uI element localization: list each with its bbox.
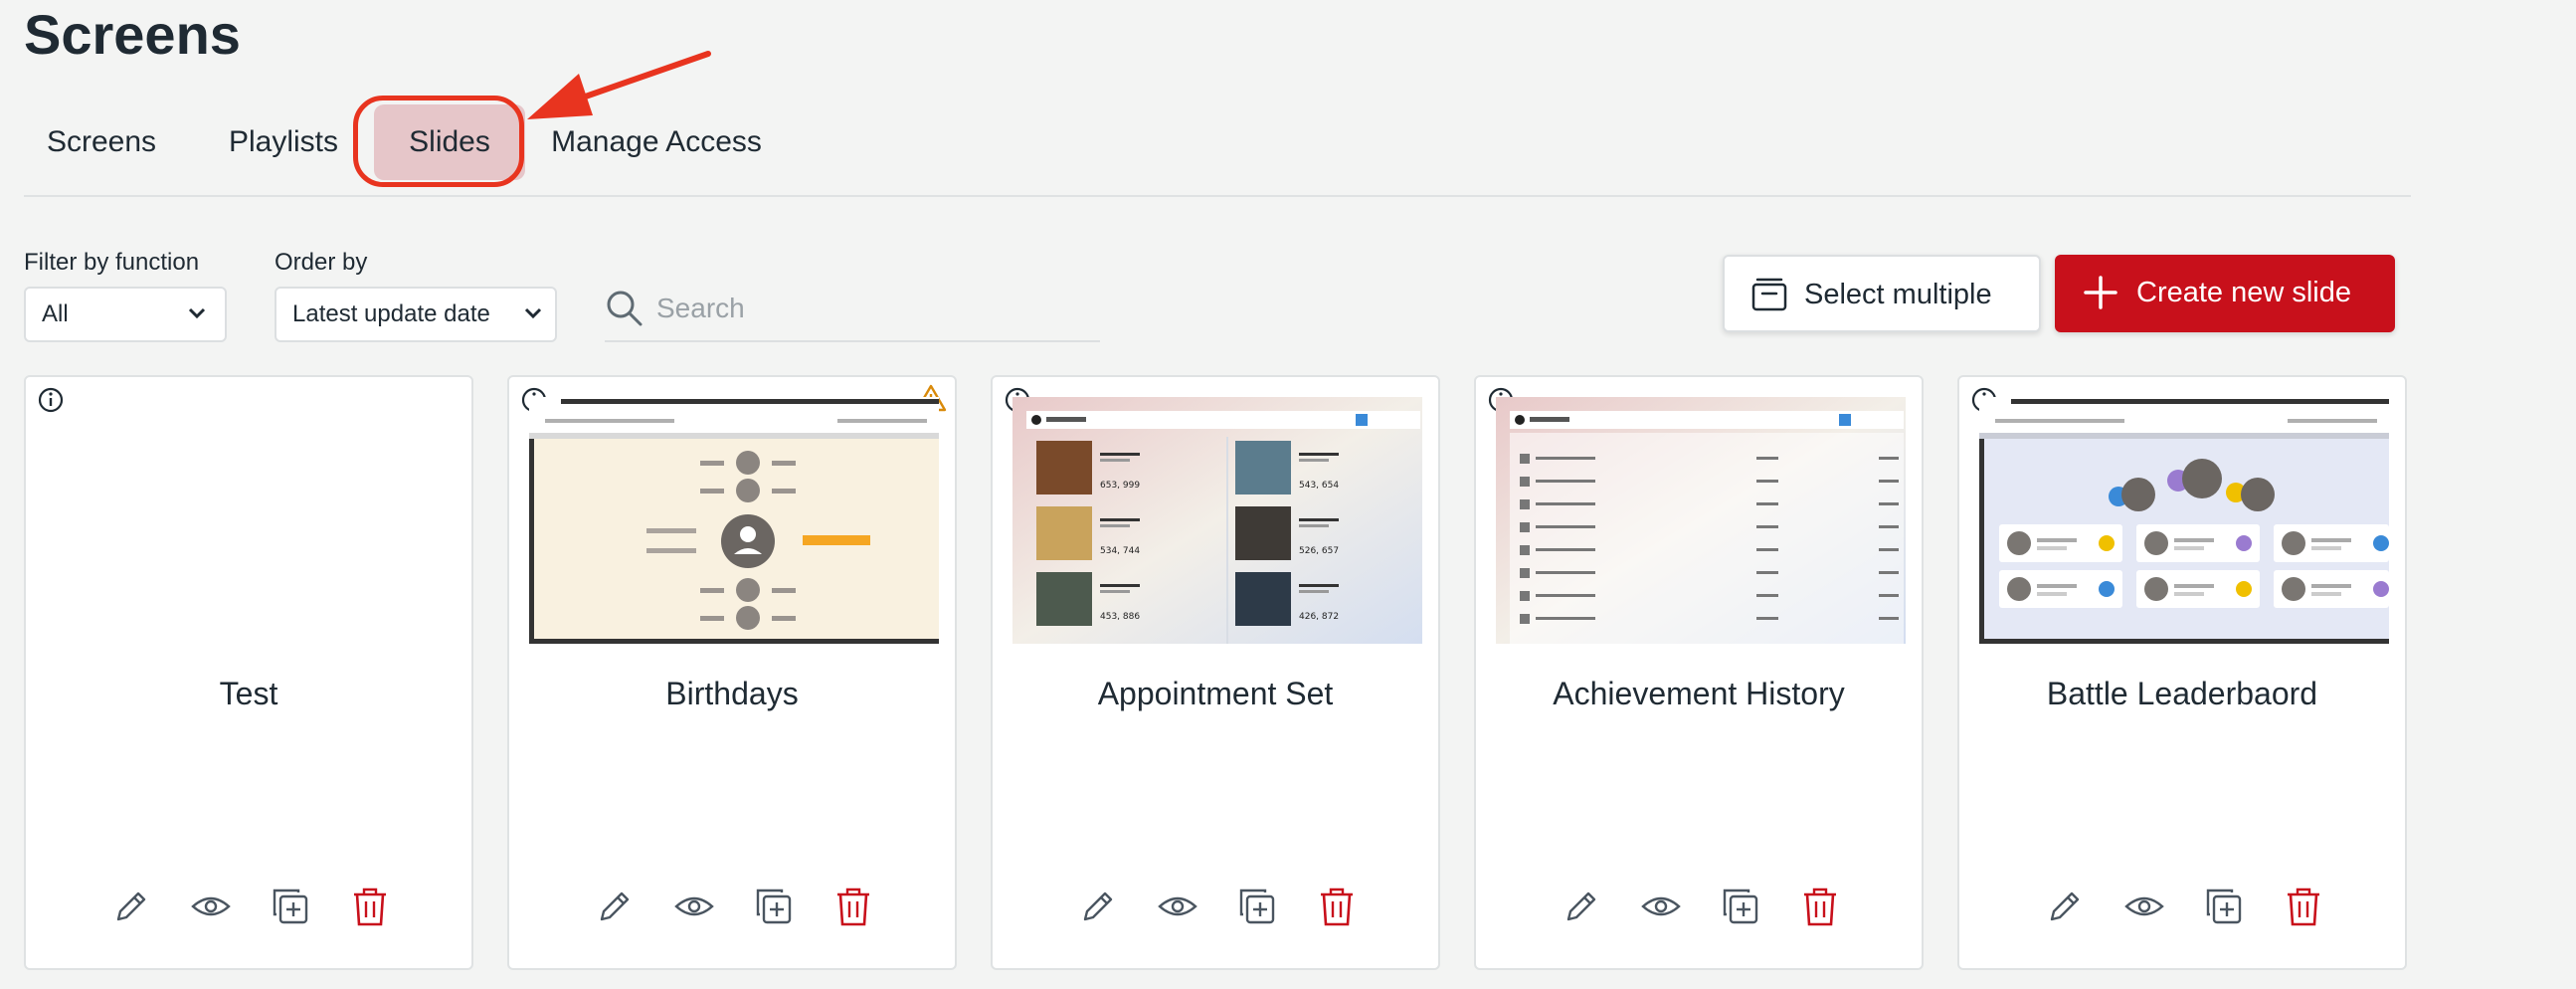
appointment-value: 526, 657: [1299, 546, 1339, 556]
annotation-arrow-icon: [527, 51, 711, 119]
chevron-down-icon: [188, 307, 206, 319]
order-by-label: Order by: [275, 249, 368, 276]
preview-eye-icon[interactable]: [2122, 885, 2166, 928]
appointment-value: 653, 999: [1100, 481, 1140, 491]
duplicate-icon[interactable]: [269, 885, 312, 928]
slide-name: Battle Leaderbaord: [2046, 676, 2318, 711]
slide-card-achievement-history[interactable]: Achievement History: [1474, 375, 1924, 970]
plus-icon: [2084, 276, 2117, 309]
card-actions: [1476, 885, 1922, 928]
edit-icon[interactable]: [593, 885, 637, 928]
annotation-highlight-ring: [353, 96, 524, 187]
delete-trash-icon[interactable]: [831, 885, 875, 928]
edit-icon[interactable]: [1560, 885, 1603, 928]
create-new-slide-label: Create new slide: [2136, 277, 2351, 308]
appointment-value: 534, 744: [1100, 546, 1140, 556]
search-input[interactable]: [656, 287, 1084, 330]
edit-icon[interactable]: [1076, 885, 1120, 928]
filter-function-select[interactable]: All: [24, 287, 227, 342]
duplicate-icon[interactable]: [1719, 885, 1762, 928]
edit-icon[interactable]: [109, 885, 153, 928]
select-multiple-button[interactable]: Select multiple: [1723, 255, 2041, 332]
delete-trash-icon[interactable]: [1798, 885, 1842, 928]
filter-function-label: Filter by function: [24, 249, 200, 276]
select-multiple-icon: [1751, 278, 1787, 311]
preview-eye-icon[interactable]: [672, 885, 716, 928]
appointment-value: 453, 886: [1100, 612, 1140, 622]
appointment-set-thumbnail: 653, 999 543, 654 534, 744 526, 657 453,…: [1012, 397, 1422, 644]
search-icon: [607, 291, 643, 326]
tab-playlists[interactable]: Playlists: [199, 104, 368, 180]
birthdays-thumbnail: [529, 397, 939, 644]
search-box: [605, 277, 1100, 342]
slide-card-appointment-set[interactable]: 653, 999 543, 654 534, 744 526, 657 453,…: [991, 375, 1440, 970]
slide-name: Appointment Set: [1097, 676, 1334, 711]
duplicate-icon[interactable]: [752, 885, 796, 928]
card-actions: [26, 885, 471, 928]
duplicate-icon[interactable]: [2202, 885, 2246, 928]
chevron-down-icon: [524, 307, 542, 319]
slide-card-test[interactable]: Test: [24, 375, 473, 970]
card-actions: [1959, 885, 2405, 928]
edit-icon[interactable]: [2043, 885, 2087, 928]
slide-name: Birthdays: [665, 676, 799, 711]
card-actions: [993, 885, 1438, 928]
info-icon[interactable]: [36, 385, 66, 415]
slide-card-birthdays[interactable]: Birthdays: [507, 375, 957, 970]
appointment-value: 543, 654: [1299, 481, 1339, 491]
filter-function-value: All: [42, 300, 69, 327]
delete-trash-icon[interactable]: [2282, 885, 2325, 928]
battle-leaderboard-thumbnail: [1979, 397, 2389, 644]
delete-trash-icon[interactable]: [1315, 885, 1359, 928]
slide-card-battle-leaderboard[interactable]: Battle Leaderbaord: [1957, 375, 2407, 970]
slide-name: Achievement History: [1553, 676, 1845, 711]
order-by-select[interactable]: Latest update date: [275, 287, 557, 342]
appointment-value: 426, 872: [1299, 612, 1339, 622]
page-title: Screens: [24, 3, 241, 66]
slide-name: Test: [219, 676, 278, 711]
tab-divider: [24, 195, 2411, 197]
achievement-history-thumbnail: [1496, 397, 1906, 644]
preview-eye-icon[interactable]: [1156, 885, 1199, 928]
create-new-slide-button[interactable]: Create new slide: [2055, 255, 2395, 332]
preview-eye-icon[interactable]: [1639, 885, 1683, 928]
order-by-value: Latest update date: [292, 300, 490, 327]
tab-screens[interactable]: Screens: [24, 104, 179, 180]
card-actions: [509, 885, 955, 928]
select-multiple-label: Select multiple: [1804, 279, 1992, 310]
duplicate-icon[interactable]: [1235, 885, 1279, 928]
delete-trash-icon[interactable]: [348, 885, 392, 928]
preview-eye-icon[interactable]: [189, 885, 233, 928]
